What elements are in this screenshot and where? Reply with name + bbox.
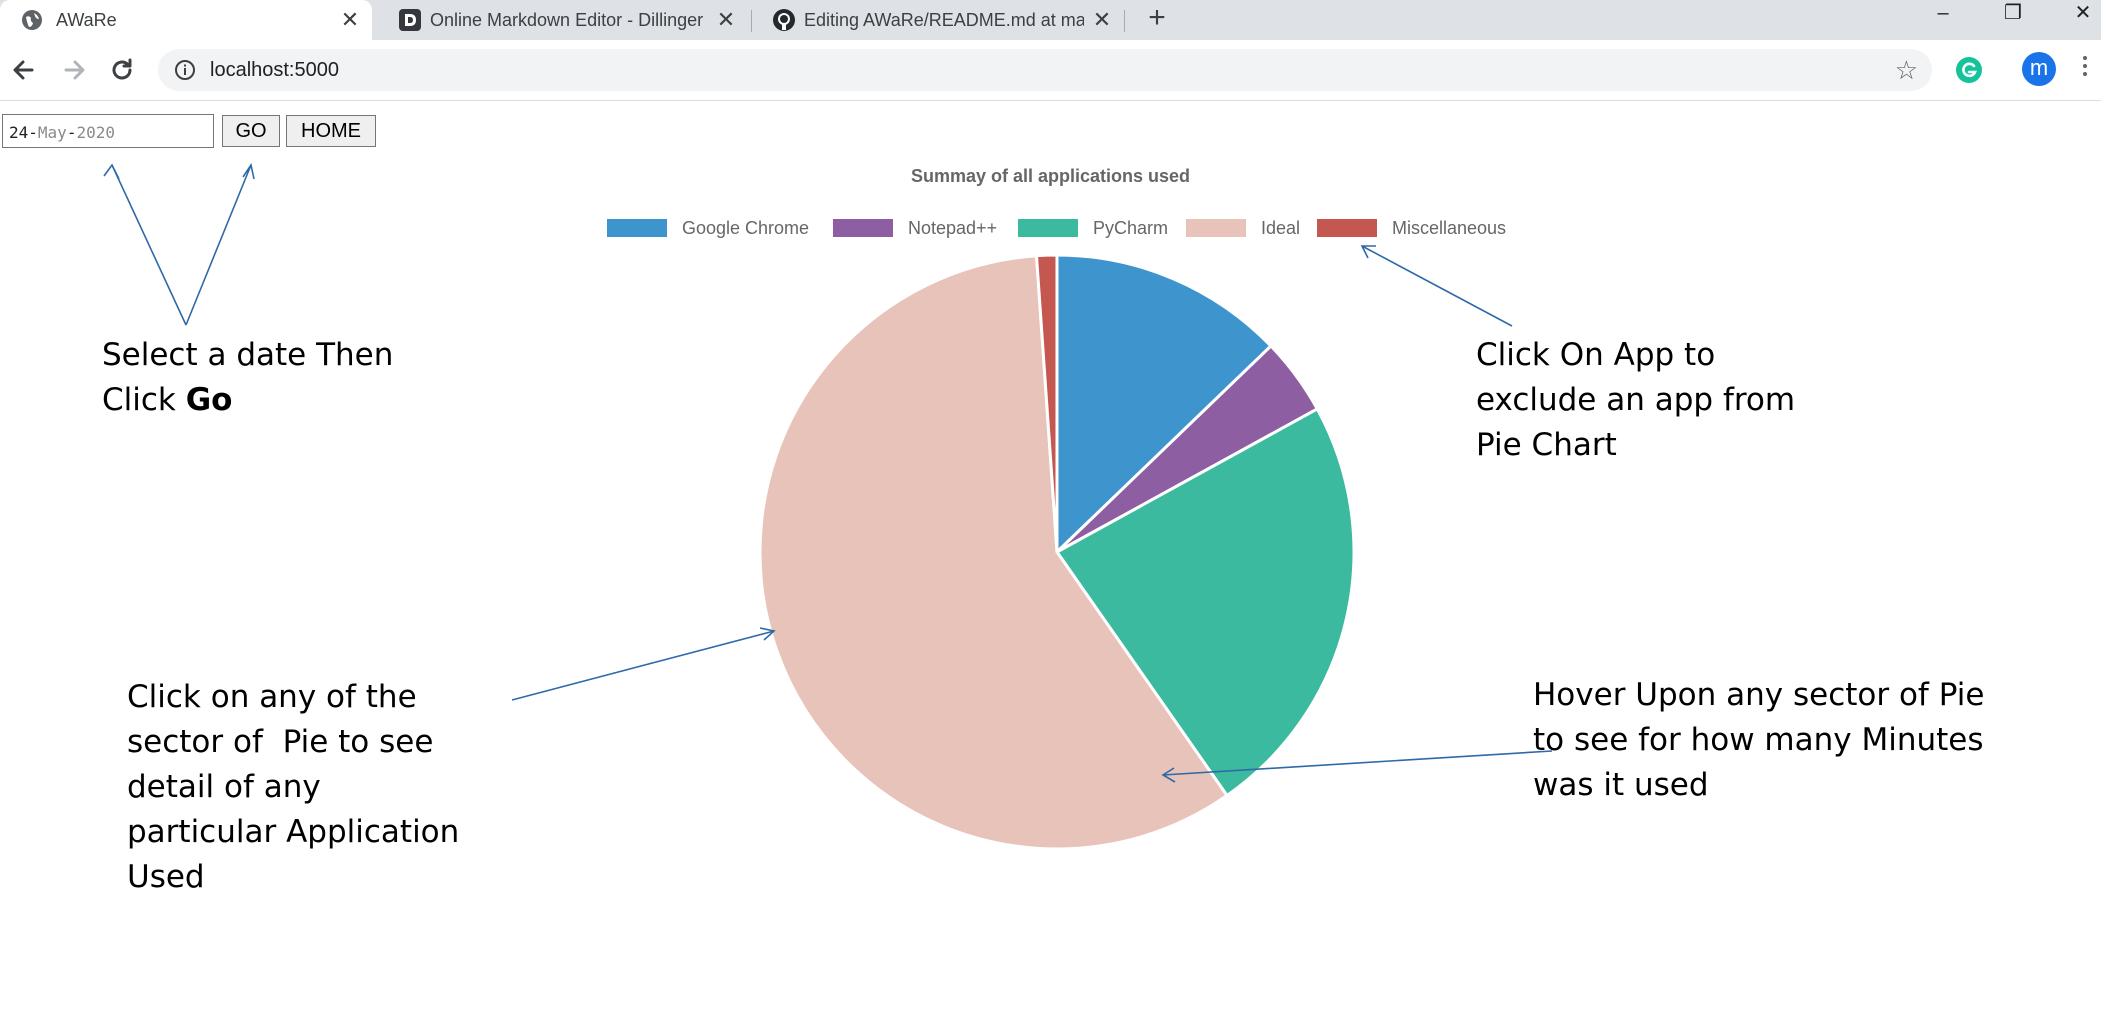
annotation-bold-text: Go — [185, 382, 233, 418]
annotation-text: Click — [102, 382, 186, 418]
annotation-line: Hover Upon any sector of Pie — [1533, 677, 1985, 713]
annotation-line: Pie Chart — [1476, 427, 1617, 463]
annotation-line: Click Go — [102, 378, 393, 423]
annotation-legend-help: Click On App to exclude an app from Pie … — [1476, 333, 1795, 468]
annotation-line: to see for how many Minutes — [1533, 722, 1984, 758]
annotation-line: sector of Pie to see — [127, 724, 434, 760]
arrow-to-pie-sector — [511, 627, 776, 701]
annotation-line: exclude an app from — [1476, 382, 1796, 418]
arrow-to-date-input — [103, 163, 187, 326]
annotation-line: particular Application — [127, 814, 460, 850]
annotation-line: Click On App to — [1476, 337, 1716, 373]
annotation-line: Click on any of the — [127, 679, 417, 715]
annotation-sector-help: Click on any of the sector of Pie to see… — [127, 675, 459, 900]
annotation-date-help: Select a date Then Click Go — [102, 333, 393, 423]
annotation-line: Select a date Then — [102, 337, 394, 373]
annotation-line: Used — [127, 859, 205, 895]
arrow-to-go-button — [185, 162, 255, 326]
annotation-hover-help: Hover Upon any sector of Pie to see for … — [1533, 673, 1984, 808]
annotation-line: was it used — [1533, 767, 1709, 803]
arrow-to-legend — [1360, 245, 1513, 327]
annotation-line: detail of any — [127, 769, 321, 805]
